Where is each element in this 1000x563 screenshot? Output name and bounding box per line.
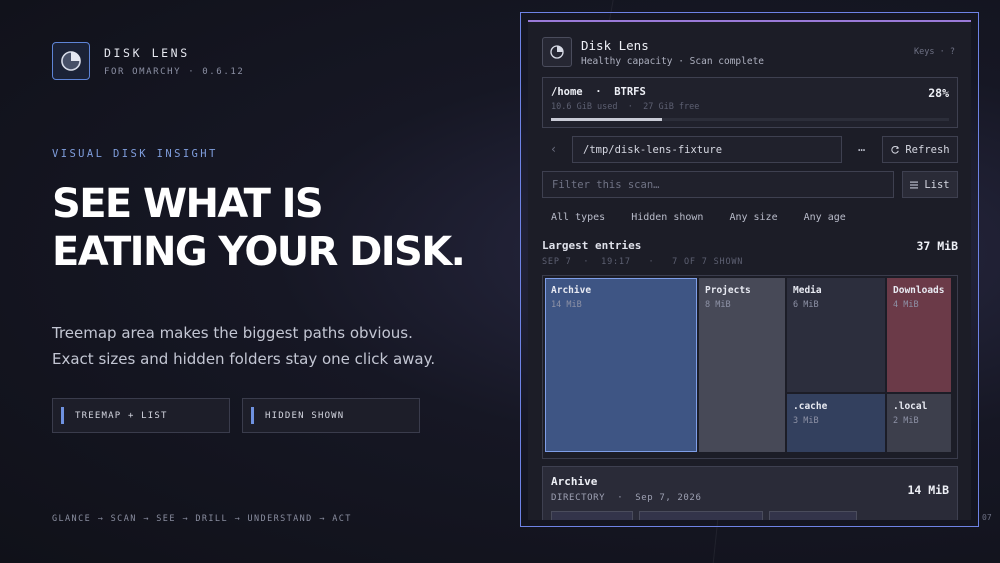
filter-chip-size[interactable]: Any size [729, 212, 777, 223]
filter-chip-age[interactable]: Any age [804, 212, 846, 223]
more-options-icon[interactable]: … [858, 140, 865, 154]
tile-name: Projects [705, 285, 751, 296]
headline: SEE WHAT IS EATING YOUR DISK. [52, 180, 466, 276]
treemap-tile-projects[interactable]: Projects 8 MiB [699, 278, 785, 452]
path-input[interactable] [572, 136, 842, 163]
detail-size: 14 MiB [907, 483, 949, 497]
refresh-label: Refresh [905, 143, 950, 156]
section-meta: SEP 7 · 19:17 · 7 OF 7 SHOWN [542, 257, 744, 267]
tile-name: .local [893, 401, 928, 412]
feature-chip-hidden: HIDDEN SHOWN [242, 398, 420, 433]
chip-label: HIDDEN SHOWN [265, 410, 345, 421]
tile-size: 8 MiB [705, 300, 731, 310]
chip-accent-bar [61, 407, 64, 424]
feature-chip-treemap: TREEMAP + LIST [52, 398, 230, 433]
detail-action-button[interactable] [551, 511, 633, 520]
tile-size: 3 MiB [793, 416, 819, 426]
volume-usage: 10.6 GiB used · 27 GiB free [551, 102, 700, 112]
brand-logo [52, 42, 90, 80]
list-view-button[interactable]: List [902, 171, 958, 198]
headline-line-2: EATING YOUR DISK. [52, 229, 466, 275]
filter-chip-hidden[interactable]: Hidden shown [631, 212, 703, 223]
tile-size: 2 MiB [893, 416, 919, 426]
page-number: 07 [982, 513, 992, 522]
treemap-tile-downloads[interactable]: Downloads 4 MiB [887, 278, 951, 392]
chip-accent-bar [251, 407, 254, 424]
treemap-tile-cache[interactable]: .cache 3 MiB [787, 394, 885, 452]
volume-percent: 28% [928, 86, 949, 100]
filter-chips: All types Hidden shown Any size Any age [551, 212, 846, 223]
volume-card[interactable]: /home · BTRFS 10.6 GiB used · 27 GiB fre… [542, 77, 958, 128]
tile-name: Media [793, 285, 822, 296]
pie-chart-icon [550, 45, 564, 59]
treemap: Archive 14 MiB Projects 8 MiB Media 6 Mi… [542, 275, 958, 459]
app-title: Disk Lens [581, 38, 649, 53]
tile-size: 14 MiB [551, 300, 582, 310]
tile-size: 6 MiB [793, 300, 819, 310]
section-title: Largest entries [542, 239, 642, 252]
refresh-icon [891, 145, 900, 154]
list-label: List [924, 178, 950, 191]
workflow-text: GLANCE → SCAN → SEE → DRILL → UNDERSTAND… [52, 514, 352, 524]
tile-name: .cache [793, 401, 828, 412]
volume-progress-track [551, 118, 949, 121]
app-window: Disk Lens Healthy capacity · Scan comple… [528, 20, 971, 520]
pie-chart-icon [61, 51, 81, 71]
treemap-tile-local[interactable]: .local 2 MiB [887, 394, 951, 452]
tile-name: Archive [551, 285, 592, 296]
treemap-tile-archive[interactable]: Archive 14 MiB [545, 278, 697, 452]
detail-action-button[interactable] [769, 511, 857, 520]
brand-title: DISK LENS [104, 46, 190, 60]
detail-action-button[interactable] [639, 511, 763, 520]
section-total-size: 37 MiB [916, 239, 958, 253]
detail-name: Archive [551, 475, 598, 488]
volume-name: /home · BTRFS [551, 86, 646, 98]
eyebrow-text: VISUAL DISK INSIGHT [52, 148, 218, 160]
tile-name: Downloads [893, 285, 945, 296]
app-icon [542, 37, 572, 67]
volume-progress-fill [551, 118, 663, 121]
detail-panel: Archive DIRECTORY · Sep 7, 2026 14 MiB [542, 466, 958, 520]
keys-link[interactable]: Keys · ? [914, 47, 955, 57]
treemap-tile-media[interactable]: Media 6 MiB [787, 278, 885, 392]
description: Treemap area makes the biggest paths obv… [52, 320, 435, 372]
filter-chip-type[interactable]: All types [551, 212, 605, 223]
chip-label: TREEMAP + LIST [75, 410, 168, 421]
refresh-button[interactable]: Refresh [882, 136, 958, 163]
back-arrow-icon[interactable]: ‹ [550, 142, 557, 156]
description-line-2: Exact sizes and hidden folders stay one … [52, 350, 436, 368]
app-status: Healthy capacity · Scan complete [581, 56, 765, 67]
tile-size: 4 MiB [893, 300, 919, 310]
description-line-1: Treemap area makes the biggest paths obv… [52, 324, 413, 342]
brand-subtitle: FOR OMARCHY · 0.6.12 [104, 67, 245, 77]
headline-line-1: SEE WHAT IS [52, 181, 324, 227]
detail-meta: DIRECTORY · Sep 7, 2026 [551, 493, 702, 503]
list-icon [910, 181, 919, 188]
filter-input[interactable] [542, 171, 894, 198]
